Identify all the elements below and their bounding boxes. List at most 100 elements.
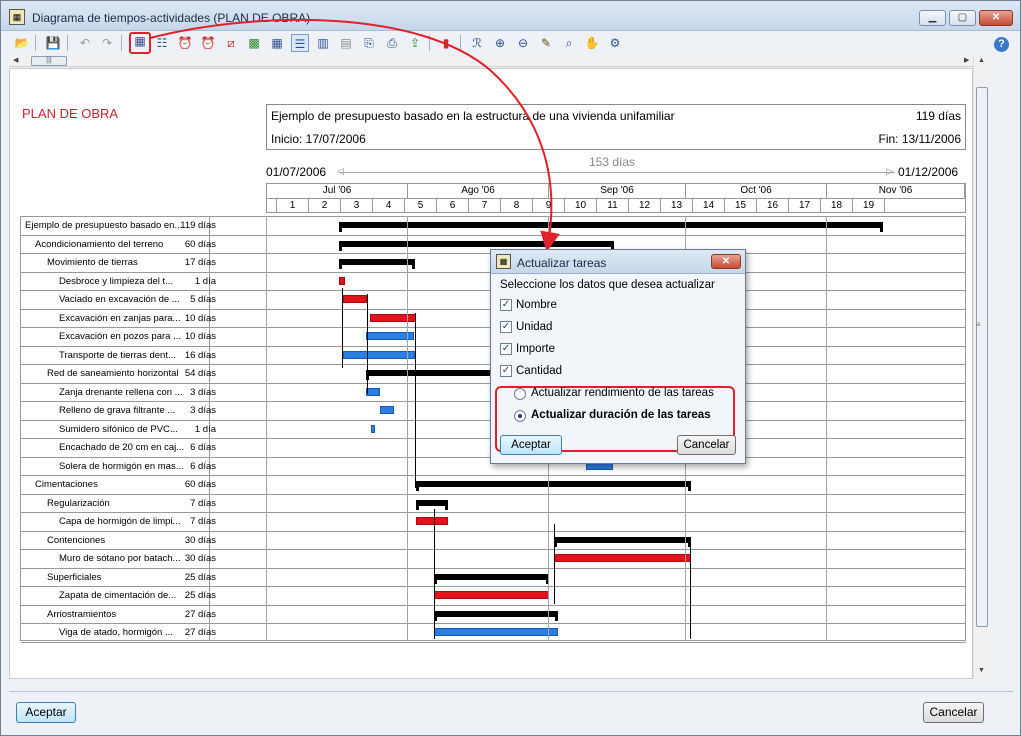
chart-icon[interactable]: ▮: [437, 34, 455, 52]
summary-bar[interactable]: [554, 536, 691, 547]
task-bar[interactable]: [371, 424, 375, 433]
task-name: Ejemplo de presupuesto basado en...: [25, 220, 183, 231]
month-label: Ago '06: [408, 184, 549, 198]
checkbox-mark-icon: ✓: [500, 321, 512, 333]
scrollbar-thumb[interactable]: |||: [31, 56, 67, 66]
no-icon[interactable]: ⧄: [222, 34, 240, 52]
redo-icon[interactable]: ↷: [98, 34, 116, 52]
critical-task-bar[interactable]: [343, 295, 367, 303]
critical-task-bar[interactable]: [370, 313, 416, 322]
month-gridline: [266, 216, 267, 641]
week-label: 1: [277, 199, 309, 212]
week-label: 18: [821, 199, 853, 212]
grid-icon[interactable]: ▦: [268, 34, 286, 52]
week-label: 12: [629, 199, 661, 212]
task-name: Movimiento de tierras: [47, 257, 138, 268]
summary-bar[interactable]: [416, 499, 448, 510]
range-end-date: 01/12/2006: [898, 165, 959, 179]
vertical-scrollbar[interactable]: ▲ ≡ ▼: [973, 55, 989, 679]
dialog-cancel-button[interactable]: Cancelar: [677, 435, 736, 455]
zoom-out-icon[interactable]: ⊖: [514, 34, 532, 52]
scrollbar-thumb[interactable]: [976, 87, 988, 627]
critical-task-bar[interactable]: [554, 554, 691, 562]
find-icon[interactable]: ℛ: [468, 34, 486, 52]
open-icon[interactable]: 📂: [13, 34, 31, 52]
task-name: Vaciado en excavación de ...: [59, 294, 180, 305]
calendar-icon[interactable]: ▥: [314, 34, 332, 52]
zoom-in-icon[interactable]: ⊕: [491, 34, 509, 52]
task-duration: 5 días: [190, 294, 216, 305]
image-icon[interactable]: ▩: [245, 34, 263, 52]
table-row[interactable]: Capa de hormigón de limpi... 7 días: [21, 513, 966, 532]
task-name: Sumidero sifónico de PVC...: [59, 423, 178, 435]
minimize-button[interactable]: ▁: [919, 10, 946, 26]
dialog-prompt: Seleccione los datos que desea actualiza…: [500, 279, 715, 291]
week-label: 11: [597, 199, 629, 212]
undo-icon[interactable]: ↶: [76, 34, 94, 52]
month-label: Jul '06: [267, 184, 408, 198]
critical-task-bar[interactable]: [339, 276, 345, 285]
copy-icon[interactable]: ⎘: [360, 34, 378, 52]
week-label: 4: [373, 199, 405, 212]
summary-bar[interactable]: [434, 573, 549, 584]
summary-bar[interactable]: [416, 481, 691, 491]
cancel-button[interactable]: Cancelar: [923, 702, 984, 723]
update-tasks-icon[interactable]: ▦: [129, 32, 151, 54]
scroll-down-icon[interactable]: ▼: [978, 667, 985, 674]
duracion-label: Actualizar duración de las tareas: [531, 409, 711, 421]
alarm2-icon[interactable]: ⏰: [199, 34, 217, 52]
maximize-button[interactable]: ▢: [949, 10, 976, 26]
task-bar[interactable]: [366, 387, 380, 396]
task-bar[interactable]: [380, 406, 394, 414]
table-icon[interactable]: ▤: [337, 34, 355, 52]
title-bar[interactable]: ▦ Diagrama de tiempos-actividades (PLAN …: [1, 1, 1020, 31]
month-header: Jul '06 Ago '06 Sep '06 Oct '06 Nov '06: [266, 183, 966, 198]
dialog-accept-button[interactable]: Aceptar: [500, 435, 562, 455]
dialog-title-bar[interactable]: ▦ Actualizar tareas ✕: [491, 250, 745, 274]
plan-total-days: 119 días: [915, 109, 961, 123]
task-duration: 7 días: [190, 497, 216, 509]
hand-icon[interactable]: ✋: [583, 34, 601, 52]
save-icon[interactable]: 💾: [44, 34, 62, 52]
month-gridline: [407, 216, 408, 641]
task-duration: 17 días: [184, 257, 216, 268]
summary-bar[interactable]: [339, 222, 883, 232]
print-icon[interactable]: ⎙: [383, 34, 401, 52]
zoom-region-icon[interactable]: ⌕: [560, 34, 578, 52]
gantt-icon[interactable]: ☰: [291, 34, 309, 52]
critical-task-bar[interactable]: [416, 517, 448, 525]
dependency-link: [367, 294, 368, 394]
task-name: Cimentaciones: [35, 479, 98, 490]
summary-bar[interactable]: [434, 610, 558, 621]
scroll-right-icon[interactable]: ▶: [964, 55, 969, 67]
alarm-icon[interactable]: ⏰: [176, 34, 194, 52]
task-properties-icon[interactable]: ☷: [153, 34, 171, 52]
settings-icon[interactable]: ⚙: [606, 34, 624, 52]
close-button[interactable]: ✕: [979, 10, 1013, 26]
task-bar[interactable]: [343, 350, 415, 359]
horizontal-scrollbar[interactable]: ◀ ||| ▶: [9, 55, 974, 67]
radio-dot-icon: [514, 388, 526, 400]
pen-icon[interactable]: ✎: [537, 34, 555, 52]
summary-bar[interactable]: [339, 259, 415, 269]
toolbar-separator: [67, 35, 68, 51]
table-row[interactable]: Contenciones 30 días: [21, 532, 966, 550]
help-icon[interactable]: ?: [994, 37, 1009, 52]
week-label: 19: [853, 199, 885, 212]
toolbar-separator: [460, 35, 461, 51]
summary-bar[interactable]: [339, 240, 614, 251]
week-label: 16: [757, 199, 789, 212]
task-duration: 10 días: [184, 331, 216, 342]
critical-task-bar[interactable]: [434, 591, 549, 599]
task-bar[interactable]: [434, 628, 558, 636]
dialog-close-button[interactable]: ✕: [711, 254, 741, 269]
table-row[interactable]: Regularización 7 días: [21, 495, 966, 513]
scroll-left-icon[interactable]: ◀: [13, 55, 18, 67]
scroll-up-icon[interactable]: ▲: [978, 57, 985, 64]
task-name: Excavación en zanjas para...: [59, 312, 181, 324]
checkbox-mark-icon: ✓: [500, 343, 512, 355]
accept-button[interactable]: Aceptar: [16, 702, 76, 723]
table-row[interactable]: Muro de sótano por batach... 30 días: [21, 550, 966, 569]
export-icon[interactable]: ⇪: [406, 34, 424, 52]
task-name: Acondicionamiento del terreno: [35, 238, 164, 250]
